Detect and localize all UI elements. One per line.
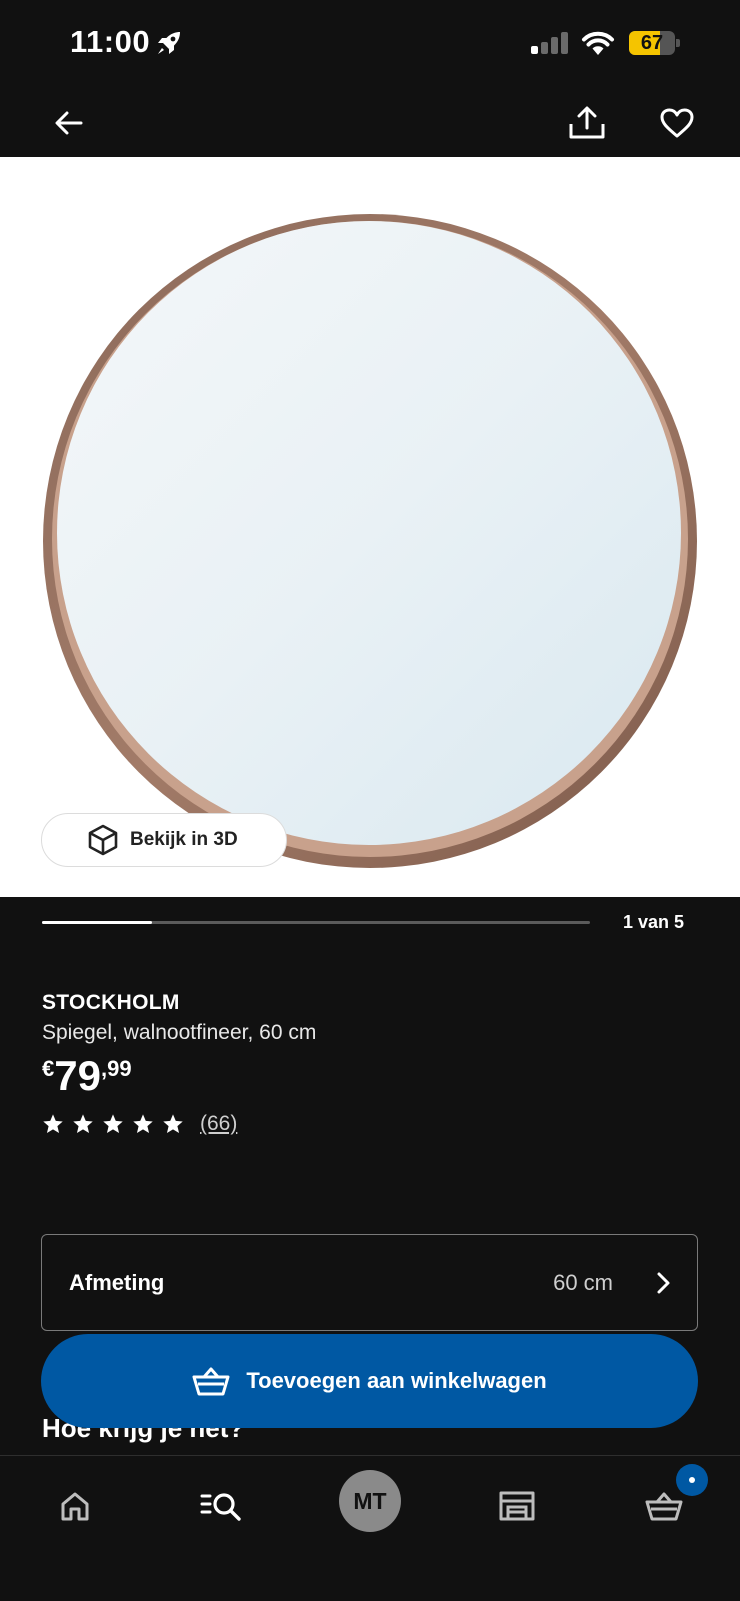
product-price: €79,99 xyxy=(42,1052,132,1100)
product-image xyxy=(43,214,697,868)
share-button[interactable] xyxy=(562,98,612,148)
price-currency: € xyxy=(42,1056,55,1081)
gallery-progress-fill xyxy=(42,921,152,924)
battery-icon: 67 xyxy=(629,31,680,55)
cube-icon xyxy=(88,824,118,856)
chevron-right-icon xyxy=(657,1272,670,1294)
size-label: Afmeting xyxy=(69,1270,165,1295)
favorite-button[interactable] xyxy=(652,98,702,148)
view-3d-label: Bekijk in 3D xyxy=(130,829,238,850)
size-value: 60 cm xyxy=(553,1270,613,1295)
price-decimal: ,99 xyxy=(100,1056,132,1081)
wifi-icon xyxy=(582,31,614,55)
add-to-cart-label: Toevoegen aan winkelwagen xyxy=(246,1368,547,1393)
share-icon xyxy=(569,106,605,139)
bottom-tab-bar: MT xyxy=(0,1455,740,1601)
gallery-progress xyxy=(42,921,590,924)
product-image-gallery[interactable]: Bekijk in 3D xyxy=(0,157,740,897)
basket-icon xyxy=(192,1367,230,1396)
size-selector[interactable]: Afmeting 60 cm xyxy=(41,1234,698,1331)
tab-profile-avatar[interactable]: MT xyxy=(339,1470,401,1532)
star-icon xyxy=(103,1114,123,1133)
home-icon xyxy=(61,1492,89,1521)
tab-search[interactable] xyxy=(191,1478,251,1534)
star-icon xyxy=(43,1114,63,1133)
status-time: 11:00 xyxy=(70,24,151,59)
product-rating[interactable]: (66) xyxy=(42,1112,237,1136)
top-nav xyxy=(0,90,740,157)
rocket-icon xyxy=(158,32,180,54)
basket-icon xyxy=(645,1492,683,1521)
review-count-link[interactable]: (66) xyxy=(200,1112,237,1136)
back-button[interactable] xyxy=(44,98,94,148)
star-icon xyxy=(73,1114,93,1133)
gallery-counter: 1 van 5 xyxy=(622,912,684,932)
product-description: Spiegel, walnootfineer, 60 cm xyxy=(42,1021,317,1044)
view-3d-button[interactable]: Bekijk in 3D xyxy=(41,813,287,867)
battery-percent: 67 xyxy=(640,32,664,54)
store-icon xyxy=(499,1491,535,1521)
product-name: STOCKHOLM xyxy=(42,991,180,1014)
arrow-left-icon xyxy=(55,111,83,135)
search-list-icon xyxy=(200,1493,241,1521)
tab-home[interactable] xyxy=(45,1478,105,1534)
heart-icon xyxy=(660,108,694,138)
status-bar: 11:00 67 xyxy=(0,0,740,90)
tab-store[interactable] xyxy=(487,1478,547,1534)
add-to-cart-button[interactable]: Toevoegen aan winkelwagen xyxy=(41,1334,698,1428)
star-icon xyxy=(133,1114,153,1133)
cart-badge xyxy=(676,1464,708,1496)
price-integer: 79 xyxy=(54,1052,101,1099)
star-icon xyxy=(163,1114,183,1133)
